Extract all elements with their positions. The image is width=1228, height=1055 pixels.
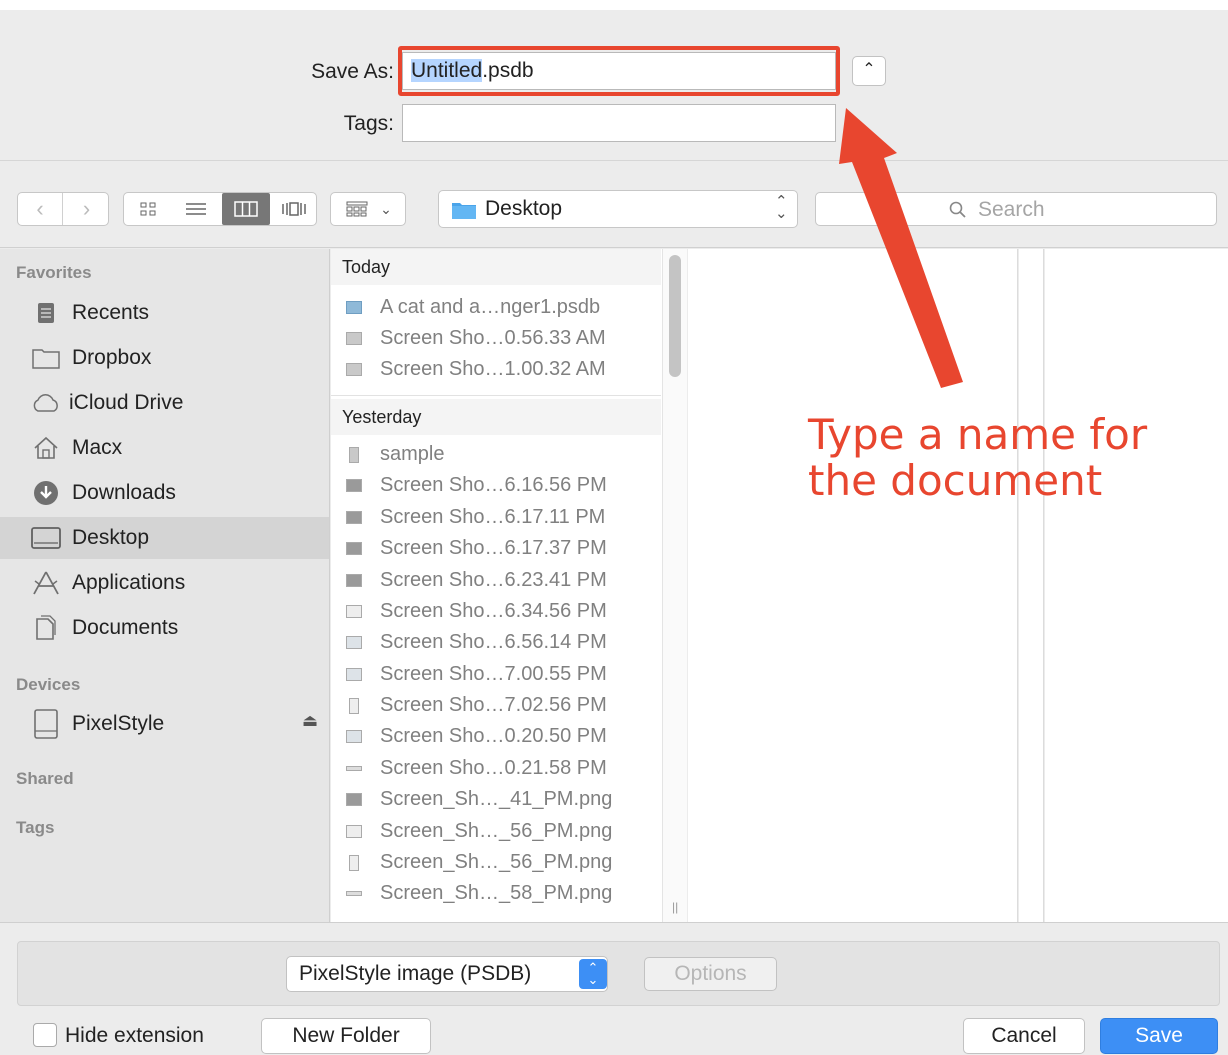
annotation-arrow	[839, 108, 963, 388]
arrow-shape	[839, 108, 963, 388]
annotation-text: Type a name for the document	[808, 410, 1148, 505]
